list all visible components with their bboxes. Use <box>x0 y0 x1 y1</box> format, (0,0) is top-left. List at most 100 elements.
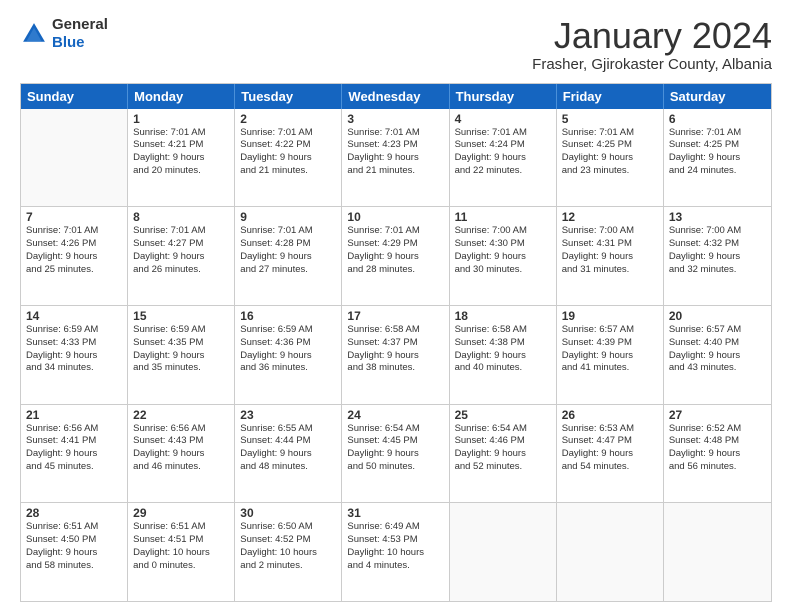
day-number: 4 <box>455 112 551 126</box>
calendar-row-2: 14Sunrise: 6:59 AM Sunset: 4:33 PM Dayli… <box>21 305 771 404</box>
calendar-cell: 13Sunrise: 7:00 AM Sunset: 4:32 PM Dayli… <box>664 207 771 305</box>
day-number: 21 <box>26 408 122 422</box>
day-number: 30 <box>240 506 336 520</box>
calendar-cell: 2Sunrise: 7:01 AM Sunset: 4:22 PM Daylig… <box>235 109 342 207</box>
header: General Blue January 2024 Frasher, Gjiro… <box>20 16 772 73</box>
calendar-cell: 16Sunrise: 6:59 AM Sunset: 4:36 PM Dayli… <box>235 306 342 404</box>
calendar-cell: 27Sunrise: 6:52 AM Sunset: 4:48 PM Dayli… <box>664 405 771 503</box>
calendar-cell: 19Sunrise: 6:57 AM Sunset: 4:39 PM Dayli… <box>557 306 664 404</box>
cell-text: Sunrise: 6:59 AM Sunset: 4:35 PM Dayligh… <box>133 324 229 375</box>
cell-text: Sunrise: 7:01 AM Sunset: 4:25 PM Dayligh… <box>562 127 658 178</box>
calendar-cell: 25Sunrise: 6:54 AM Sunset: 4:46 PM Dayli… <box>450 405 557 503</box>
calendar-cell: 21Sunrise: 6:56 AM Sunset: 4:41 PM Dayli… <box>21 405 128 503</box>
calendar-cell: 30Sunrise: 6:50 AM Sunset: 4:52 PM Dayli… <box>235 503 342 601</box>
day-number: 26 <box>562 408 658 422</box>
calendar: SundayMondayTuesdayWednesdayThursdayFrid… <box>20 83 772 602</box>
calendar-cell: 6Sunrise: 7:01 AM Sunset: 4:25 PM Daylig… <box>664 109 771 207</box>
day-number: 17 <box>347 309 443 323</box>
header-cell-wednesday: Wednesday <box>342 84 449 109</box>
calendar-row-3: 21Sunrise: 6:56 AM Sunset: 4:41 PM Dayli… <box>21 404 771 503</box>
day-number: 28 <box>26 506 122 520</box>
day-number: 1 <box>133 112 229 126</box>
day-number: 11 <box>455 210 551 224</box>
title-block: January 2024 Frasher, Gjirokaster County… <box>532 16 772 73</box>
day-number: 22 <box>133 408 229 422</box>
day-number: 5 <box>562 112 658 126</box>
calendar-header: SundayMondayTuesdayWednesdayThursdayFrid… <box>21 84 771 109</box>
day-number: 8 <box>133 210 229 224</box>
day-number: 25 <box>455 408 551 422</box>
cell-text: Sunrise: 6:57 AM Sunset: 4:40 PM Dayligh… <box>669 324 766 375</box>
cell-text: Sunrise: 6:55 AM Sunset: 4:44 PM Dayligh… <box>240 423 336 474</box>
header-cell-tuesday: Tuesday <box>235 84 342 109</box>
cell-text: Sunrise: 6:58 AM Sunset: 4:38 PM Dayligh… <box>455 324 551 375</box>
logo-icon <box>20 20 48 48</box>
cell-text: Sunrise: 6:59 AM Sunset: 4:36 PM Dayligh… <box>240 324 336 375</box>
day-number: 29 <box>133 506 229 520</box>
cell-text: Sunrise: 6:50 AM Sunset: 4:52 PM Dayligh… <box>240 521 336 572</box>
cell-text: Sunrise: 6:49 AM Sunset: 4:53 PM Dayligh… <box>347 521 443 572</box>
cell-text: Sunrise: 7:01 AM Sunset: 4:22 PM Dayligh… <box>240 127 336 178</box>
calendar-cell: 10Sunrise: 7:01 AM Sunset: 4:29 PM Dayli… <box>342 207 449 305</box>
calendar-cell: 15Sunrise: 6:59 AM Sunset: 4:35 PM Dayli… <box>128 306 235 404</box>
day-number: 2 <box>240 112 336 126</box>
header-cell-thursday: Thursday <box>450 84 557 109</box>
day-number: 19 <box>562 309 658 323</box>
header-cell-saturday: Saturday <box>664 84 771 109</box>
calendar-cell: 28Sunrise: 6:51 AM Sunset: 4:50 PM Dayli… <box>21 503 128 601</box>
cell-text: Sunrise: 7:01 AM Sunset: 4:24 PM Dayligh… <box>455 127 551 178</box>
cell-text: Sunrise: 7:00 AM Sunset: 4:31 PM Dayligh… <box>562 225 658 276</box>
calendar-cell: 26Sunrise: 6:53 AM Sunset: 4:47 PM Dayli… <box>557 405 664 503</box>
calendar-cell: 9Sunrise: 7:01 AM Sunset: 4:28 PM Daylig… <box>235 207 342 305</box>
calendar-cell: 8Sunrise: 7:01 AM Sunset: 4:27 PM Daylig… <box>128 207 235 305</box>
calendar-cell: 29Sunrise: 6:51 AM Sunset: 4:51 PM Dayli… <box>128 503 235 601</box>
cell-text: Sunrise: 7:01 AM Sunset: 4:28 PM Dayligh… <box>240 225 336 276</box>
cell-text: Sunrise: 7:01 AM Sunset: 4:29 PM Dayligh… <box>347 225 443 276</box>
calendar-cell <box>557 503 664 601</box>
day-number: 10 <box>347 210 443 224</box>
calendar-cell <box>450 503 557 601</box>
day-number: 31 <box>347 506 443 520</box>
calendar-cell: 14Sunrise: 6:59 AM Sunset: 4:33 PM Dayli… <box>21 306 128 404</box>
cell-text: Sunrise: 6:56 AM Sunset: 4:41 PM Dayligh… <box>26 423 122 474</box>
day-number: 24 <box>347 408 443 422</box>
calendar-cell: 24Sunrise: 6:54 AM Sunset: 4:45 PM Dayli… <box>342 405 449 503</box>
calendar-cell <box>664 503 771 601</box>
day-number: 18 <box>455 309 551 323</box>
calendar-cell: 4Sunrise: 7:01 AM Sunset: 4:24 PM Daylig… <box>450 109 557 207</box>
day-number: 14 <box>26 309 122 323</box>
cell-text: Sunrise: 6:52 AM Sunset: 4:48 PM Dayligh… <box>669 423 766 474</box>
cell-text: Sunrise: 7:01 AM Sunset: 4:23 PM Dayligh… <box>347 127 443 178</box>
day-number: 15 <box>133 309 229 323</box>
logo-text: General Blue <box>52 16 108 52</box>
day-number: 9 <box>240 210 336 224</box>
calendar-cell: 11Sunrise: 7:00 AM Sunset: 4:30 PM Dayli… <box>450 207 557 305</box>
calendar-cell: 12Sunrise: 7:00 AM Sunset: 4:31 PM Dayli… <box>557 207 664 305</box>
day-number: 13 <box>669 210 766 224</box>
calendar-cell: 23Sunrise: 6:55 AM Sunset: 4:44 PM Dayli… <box>235 405 342 503</box>
cell-text: Sunrise: 7:01 AM Sunset: 4:27 PM Dayligh… <box>133 225 229 276</box>
cell-text: Sunrise: 6:58 AM Sunset: 4:37 PM Dayligh… <box>347 324 443 375</box>
calendar-cell: 5Sunrise: 7:01 AM Sunset: 4:25 PM Daylig… <box>557 109 664 207</box>
calendar-row-1: 7Sunrise: 7:01 AM Sunset: 4:26 PM Daylig… <box>21 206 771 305</box>
cell-text: Sunrise: 6:51 AM Sunset: 4:50 PM Dayligh… <box>26 521 122 572</box>
day-number: 20 <box>669 309 766 323</box>
logo-blue: Blue <box>52 34 85 51</box>
day-number: 3 <box>347 112 443 126</box>
calendar-cell: 22Sunrise: 6:56 AM Sunset: 4:43 PM Dayli… <box>128 405 235 503</box>
header-cell-monday: Monday <box>128 84 235 109</box>
cell-text: Sunrise: 6:53 AM Sunset: 4:47 PM Dayligh… <box>562 423 658 474</box>
cell-text: Sunrise: 6:54 AM Sunset: 4:46 PM Dayligh… <box>455 423 551 474</box>
cell-text: Sunrise: 6:54 AM Sunset: 4:45 PM Dayligh… <box>347 423 443 474</box>
logo-general: General <box>52 16 108 33</box>
calendar-cell: 3Sunrise: 7:01 AM Sunset: 4:23 PM Daylig… <box>342 109 449 207</box>
cell-text: Sunrise: 7:01 AM Sunset: 4:25 PM Dayligh… <box>669 127 766 178</box>
calendar-row-0: 1Sunrise: 7:01 AM Sunset: 4:21 PM Daylig… <box>21 109 771 207</box>
cell-text: Sunrise: 7:00 AM Sunset: 4:30 PM Dayligh… <box>455 225 551 276</box>
day-number: 6 <box>669 112 766 126</box>
header-cell-sunday: Sunday <box>21 84 128 109</box>
location: Frasher, Gjirokaster County, Albania <box>532 56 772 73</box>
cell-text: Sunrise: 6:57 AM Sunset: 4:39 PM Dayligh… <box>562 324 658 375</box>
calendar-cell: 7Sunrise: 7:01 AM Sunset: 4:26 PM Daylig… <box>21 207 128 305</box>
cell-text: Sunrise: 6:51 AM Sunset: 4:51 PM Dayligh… <box>133 521 229 572</box>
